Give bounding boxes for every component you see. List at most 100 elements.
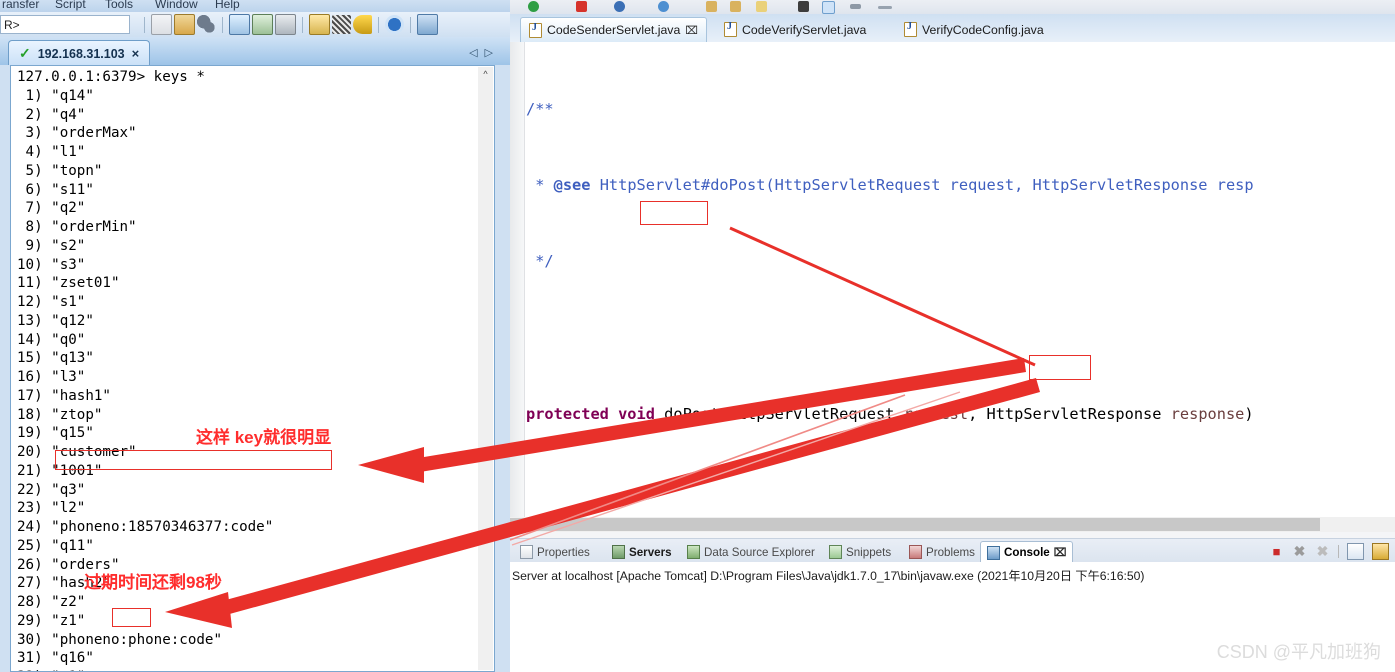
view-tab-label: Problems <box>926 545 975 559</box>
print-icon[interactable] <box>275 14 296 35</box>
terminal-screen[interactable]: 127.0.0.1:6379> keys * 1) "q14" 2) "q4" … <box>10 65 495 672</box>
tab-prev-icon[interactable]: ◁ <box>469 47 484 59</box>
phone-usage-box <box>1029 355 1091 380</box>
tab-code-verify-servlet[interactable]: CodeVerifyServlet.java <box>716 17 874 42</box>
menu-tools[interactable]: Tools <box>105 0 133 11</box>
clear-console-button[interactable] <box>1347 543 1364 560</box>
servers-icon <box>612 545 625 559</box>
new-icon[interactable] <box>528 1 539 12</box>
terminal-line: 5) "topn" <box>17 162 103 179</box>
terminal-vertical-scrollbar[interactable]: ^ <box>478 67 493 670</box>
javadoc-star: * <box>526 176 554 195</box>
terminal-line: 6) "s11" <box>17 181 94 198</box>
toolbar-separator-3 <box>302 16 303 33</box>
paste-icon[interactable] <box>174 14 195 35</box>
terminate-button[interactable]: ■ <box>1269 544 1284 559</box>
terminal-line: 14) "q0" <box>17 331 86 348</box>
terminal-line: 3) "orderMax" <box>17 125 137 142</box>
connected-check-icon: ✓ <box>19 45 31 61</box>
folder2-icon[interactable] <box>730 1 741 12</box>
session-tab-label: 192.168.31.103 <box>37 46 125 61</box>
terminal-line: 13) "q12" <box>17 312 94 329</box>
editor-gutter[interactable] <box>510 42 525 517</box>
scrollbar-thumb[interactable] <box>510 518 1320 531</box>
terminal-line: 15) "q13" <box>17 350 94 367</box>
method-signature-a: doPost(HttpServletRequest <box>654 404 904 423</box>
menu-transfer[interactable]: ransfer <box>2 0 39 11</box>
tab-next-icon[interactable]: ▷ <box>485 47 500 59</box>
tab-problems[interactable]: Problems <box>903 542 981 562</box>
eclipse-toolbar <box>510 0 1395 14</box>
terminal-line: 24) "phoneno:18570346377:code" <box>17 519 274 535</box>
terminal-line: 12) "s1" <box>17 294 86 310</box>
folder1-icon[interactable] <box>706 1 717 12</box>
close-icon[interactable]: × <box>132 46 140 61</box>
menu-window[interactable]: Window <box>155 0 198 11</box>
terminal-line: 17) "hash1" <box>17 387 111 404</box>
editor-horizontal-scrollbar[interactable] <box>510 517 1395 532</box>
properties-icon <box>520 545 533 559</box>
tab-console[interactable]: Console ⌧ <box>980 541 1074 563</box>
code-line-5: protected void doPost(HttpServletRequest… <box>526 402 1395 427</box>
param-request: request <box>903 404 969 423</box>
terminal-line: 28) "z2" <box>17 594 86 610</box>
close-icon[interactable]: ⌧ <box>685 24 698 37</box>
toolbar-separator-1 <box>144 16 145 33</box>
tab-properties[interactable]: Properties <box>514 542 596 562</box>
chevron-down-icon[interactable] <box>850 4 861 9</box>
console-toolbar-separator <box>1338 545 1339 558</box>
menu-script[interactable]: Script <box>55 0 86 11</box>
securecrt-window: ransfer Script Tools Window Help R> ✓ 19… <box>0 0 510 672</box>
run-icon[interactable] <box>658 1 669 12</box>
copy-icon[interactable] <box>151 14 172 35</box>
terminal-line: 32) "q1" <box>17 668 487 671</box>
tab-scroll-arrows[interactable]: ◁▷ <box>469 46 500 59</box>
console-output-line: Server at localhost [Apache Tomcat] D:\P… <box>512 569 1145 583</box>
scroll-lock-button[interactable] <box>1372 543 1389 560</box>
terminal-line: 7) "q2" <box>17 200 86 217</box>
remove-launch-button[interactable]: ✖ <box>1292 544 1307 559</box>
toolbar-separator-2 <box>222 16 223 33</box>
menu-help[interactable]: Help <box>215 0 240 11</box>
print-screen-icon[interactable] <box>252 14 273 35</box>
code-line-1: /** <box>526 97 1395 122</box>
java-editor[interactable]: /** * @see HttpServlet#doPost(HttpServle… <box>510 42 1395 651</box>
help-icon[interactable] <box>385 15 404 34</box>
pointer-icon[interactable] <box>798 1 809 12</box>
close-icon[interactable]: ⌧ <box>1054 546 1067 559</box>
stop-icon[interactable] <box>576 1 587 12</box>
scroll-up-icon[interactable]: ^ <box>478 67 493 82</box>
debug-icon[interactable] <box>614 1 625 12</box>
terminal-line: 18) "ztop" <box>17 406 103 423</box>
minimize-icon[interactable] <box>878 6 892 9</box>
find-icon[interactable] <box>197 15 216 34</box>
session-address-input[interactable]: R> <box>0 15 130 34</box>
session-options-icon[interactable] <box>309 14 330 35</box>
tab-snippets[interactable]: Snippets <box>823 542 897 562</box>
perspective-icon[interactable] <box>822 1 835 14</box>
tab-label: CodeSenderServlet.java <box>547 23 681 37</box>
toolbar-separator-4 <box>378 16 379 33</box>
snippets-icon <box>829 545 842 559</box>
tab-code-sender-servlet[interactable]: CodeSenderServlet.java ⌧ <box>520 17 707 42</box>
log-session-icon[interactable] <box>229 14 250 35</box>
tab-verify-code-config[interactable]: VerifyCodeConfig.java <box>896 17 1052 42</box>
session-tab-192-168-31-103[interactable]: ✓ 192.168.31.103 × <box>8 40 151 66</box>
transfer-window-icon[interactable] <box>417 14 438 35</box>
terminal-line: 9) "s2" <box>17 237 86 254</box>
datasource-icon <box>687 545 700 559</box>
key-icon[interactable] <box>353 15 372 34</box>
tab-data-source-explorer[interactable]: Data Source Explorer <box>681 542 821 562</box>
terminal-line: 23) "l2" <box>17 500 86 517</box>
phone-var-box <box>640 201 708 225</box>
terminal-line: 22) "q3" <box>17 481 86 498</box>
tab-servers[interactable]: Servers <box>606 542 678 562</box>
terminal-line: 11) "zset01" <box>17 275 120 292</box>
code-line-2: * @see HttpServlet#doPost(HttpServletReq… <box>526 173 1395 198</box>
terminal-line: 16) "l3" <box>17 369 86 385</box>
toolbar-separator-5 <box>410 16 411 33</box>
remove-all-launches-button[interactable]: ✖ <box>1315 544 1330 559</box>
global-options-icon[interactable] <box>332 15 351 34</box>
param-response: response <box>1170 404 1245 423</box>
note-icon[interactable] <box>756 1 767 12</box>
